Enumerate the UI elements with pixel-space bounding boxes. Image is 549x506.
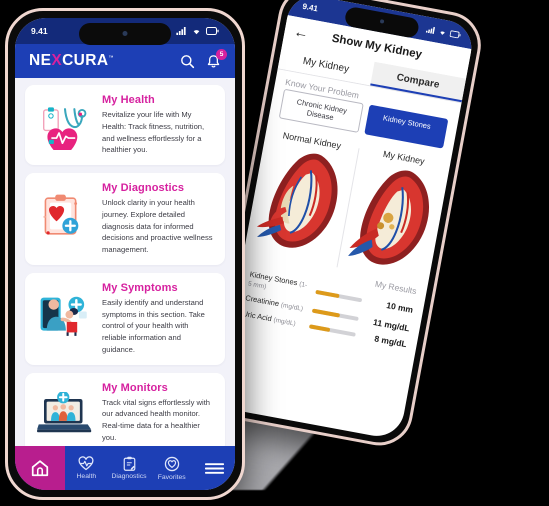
my-kidney-illustration — [348, 170, 430, 265]
card-my-symptoms[interactable]: My Symptoms Easily identify and understa… — [25, 272, 225, 365]
logo-trademark: ™ — [108, 54, 114, 61]
card-my-monitors-title: My Monitors — [102, 381, 168, 394]
heartbeat-icon — [78, 456, 94, 471]
heart-stethoscope-icon — [35, 94, 95, 150]
nav-item-diagnostics-label: Diagnostics — [111, 473, 147, 480]
home-status-time: 9.41 — [31, 26, 48, 36]
result-bar — [315, 289, 363, 302]
nav-item-health-label: Health — [76, 473, 97, 480]
wifi-icon — [440, 31, 445, 35]
card-my-health[interactable]: My Health Revitalize your life with My H… — [25, 85, 225, 166]
kidney-status-icons — [425, 25, 462, 38]
screenshot-stage: 9.41 ← Show My Kidney My Kidney Compare … — [0, 0, 549, 506]
nav-item-health[interactable]: Health — [65, 446, 108, 490]
notification-bell-wrapper[interactable]: 5 — [206, 48, 227, 69]
kidney-status-time: 9.41 — [301, 1, 319, 13]
home-card-list: My Health Revitalize your life with My H… — [15, 78, 235, 446]
card-my-health-desc: Revitalize your life with My Health: Tra… — [102, 110, 205, 155]
chip-kidney-stones-label: Kidney Stones — [382, 113, 432, 131]
nav-item-home[interactable] — [15, 446, 65, 490]
telemedicine-doctor-icon — [35, 282, 95, 338]
clipboard-heart-icon — [35, 182, 95, 240]
cellular-signal-icon — [425, 26, 436, 34]
card-my-symptoms-body: My Symptoms Easily identify and understa… — [102, 282, 215, 356]
logo-part-2: CURA — [62, 52, 109, 69]
result-range: (mg/dL) — [272, 316, 297, 328]
home-phone-body: 9.41 NEXCURA™ 5 My Health Revitalize you… — [5, 8, 245, 500]
card-my-diagnostics[interactable]: My Diagnostics Unlock clarity in your he… — [25, 173, 225, 265]
card-my-monitors-desc: Track vital signs effortlessly with our … — [102, 397, 211, 443]
card-my-symptoms-desc: Easily identify and understand symptoms … — [102, 297, 205, 354]
nav-item-favorites[interactable]: Favorites — [150, 446, 193, 490]
nav-item-diagnostics[interactable]: Diagnostics — [108, 446, 151, 490]
tab-compare-label: Compare — [395, 71, 441, 91]
cellular-signal-icon — [176, 27, 186, 35]
laptop-monitor-icon — [35, 382, 95, 434]
home-phone: 9.41 NEXCURA™ 5 My Health Revitalize you… — [5, 8, 245, 500]
chip-chronic-kidney-disease-label: Chronic Kidney Disease — [296, 97, 348, 123]
home-front-camera — [122, 31, 128, 36]
card-my-diagnostics-desc: Unlock clarity in your health journey. E… — [102, 198, 213, 255]
search-icon[interactable] — [180, 54, 195, 69]
clipboard-icon — [123, 456, 135, 471]
result-name: Uric Acid — [241, 308, 273, 324]
result-range: (mg/dL) — [280, 301, 304, 313]
hamburger-menu-icon[interactable] — [193, 446, 235, 490]
nexcura-logo: NEXCURA™ — [29, 52, 114, 70]
battery-icon — [449, 29, 461, 38]
card-my-monitors-body: My Monitors Track vital signs effortless… — [102, 382, 215, 444]
tab-my-kidney-label: My Kidney — [302, 55, 350, 75]
normal-kidney-illustration — [256, 153, 338, 248]
nav-item-favorites-label: Favorites — [157, 473, 186, 481]
result-value: 10 mm — [385, 299, 415, 315]
home-status-icons — [176, 27, 219, 35]
card-my-symptoms-title: My Symptoms — [102, 281, 178, 294]
notification-badge: 5 — [216, 48, 227, 60]
result-bar — [308, 324, 356, 338]
app-bar-actions: 5 — [180, 48, 227, 69]
home-icon — [31, 460, 49, 477]
battery-icon — [206, 27, 219, 35]
card-my-diagnostics-body: My Diagnostics Unlock clarity in your he… — [102, 182, 215, 256]
heart-circle-icon — [164, 456, 179, 471]
back-arrow-icon[interactable]: ← — [292, 23, 310, 42]
card-my-monitors[interactable]: My Monitors Track vital signs effortless… — [25, 372, 225, 446]
card-my-diagnostics-title: My Diagnostics — [102, 182, 185, 195]
logo-x: X — [51, 52, 63, 69]
card-my-health-body: My Health Revitalize your life with My H… — [102, 94, 215, 156]
logo-part-1: NE — [29, 52, 52, 69]
result-name: Creatinine — [244, 293, 280, 309]
wifi-icon — [193, 30, 200, 35]
home-app-bar: NEXCURA™ 5 — [15, 44, 235, 78]
bottom-navigation: Health Diagnostics Favorites — [15, 446, 235, 490]
home-phone-screen: 9.41 NEXCURA™ 5 My Health Revitalize you… — [15, 18, 235, 490]
card-my-health-title: My Health — [102, 94, 155, 106]
